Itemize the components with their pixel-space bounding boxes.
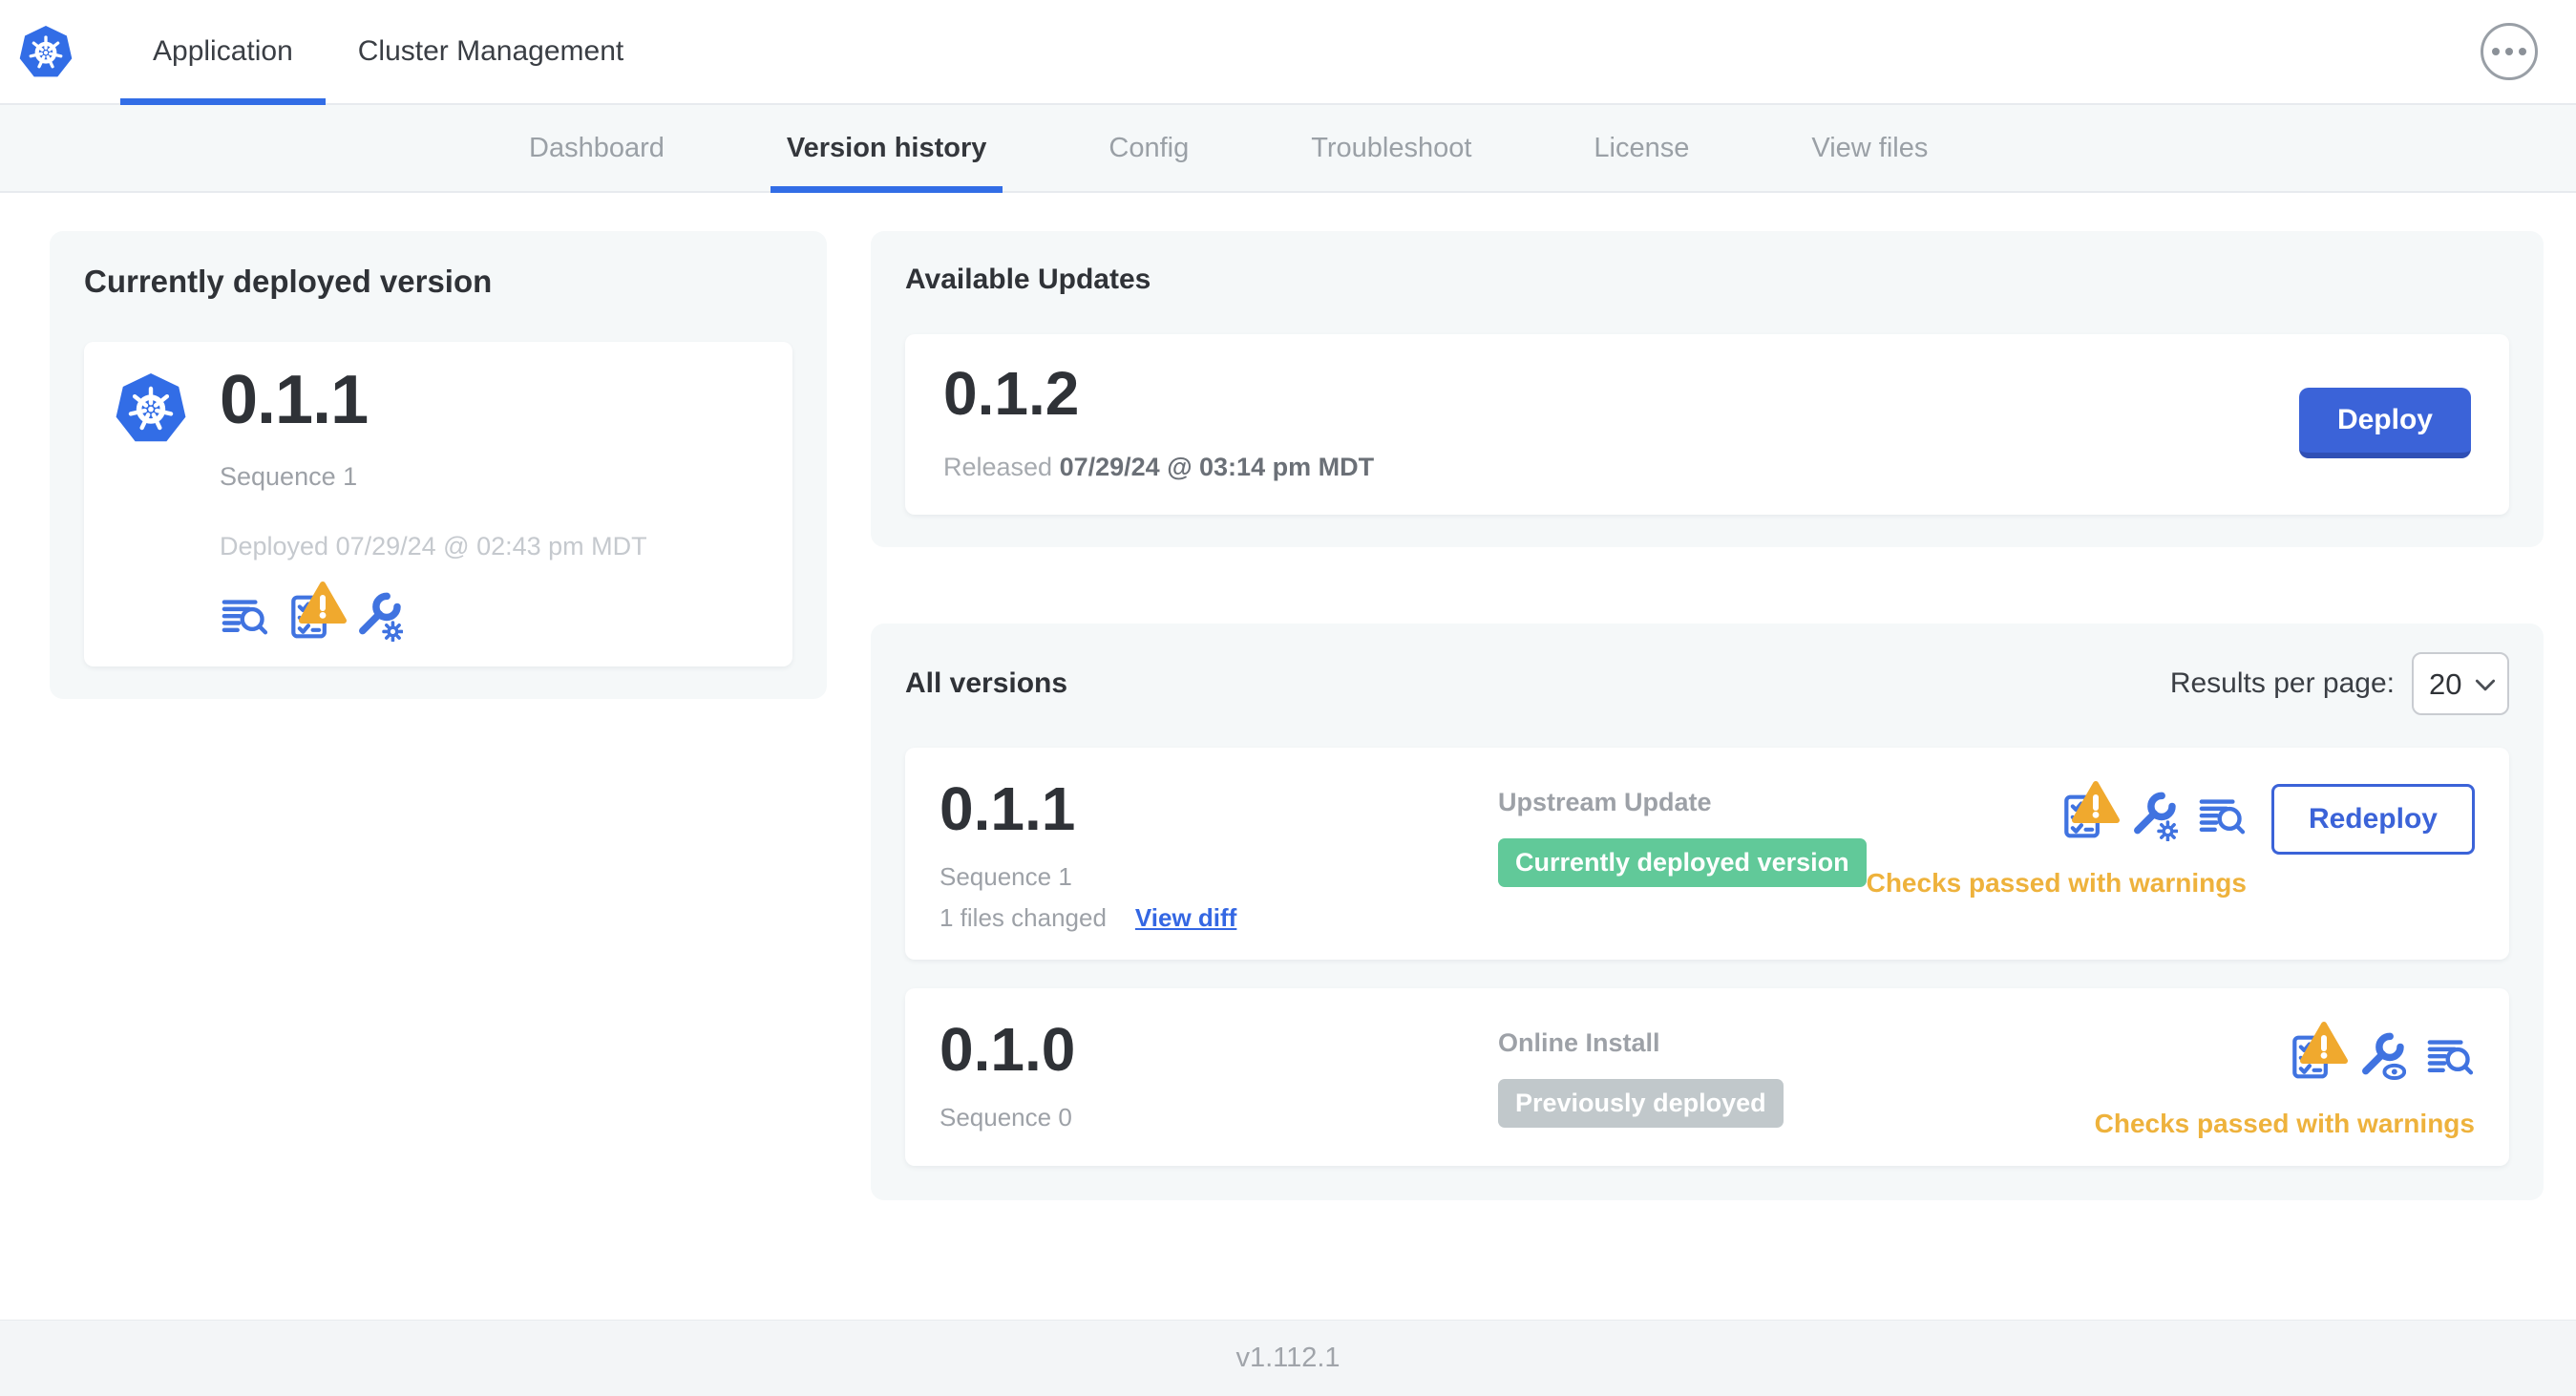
all-versions-header: All versions Results per page: 20 [905, 652, 2509, 715]
deploy-logs-icon[interactable] [220, 592, 269, 642]
version-row-0-1-1: 0.1.1 Sequence 1 1 files changed View di… [905, 748, 2509, 960]
deployed-version-number: 0.1.1 [220, 362, 369, 438]
tab-cluster-management-label: Cluster Management [357, 35, 624, 67]
update-released-line: Released 07/29/24 @ 03:14 pm MDT [943, 453, 1375, 481]
subnav-config[interactable]: Config [1092, 105, 1205, 191]
update-released-timestamp: 07/29/24 @ 03:14 pm MDT [1059, 453, 1375, 481]
currently-deployed-panel: Currently deployed version 0.1.1 Sequenc… [50, 231, 827, 699]
edit-config-icon[interactable] [2128, 792, 2178, 841]
version-number: 0.1.0 [940, 1015, 1076, 1084]
version-actions-block: Checks passed with warnings Redeploy [1867, 778, 2475, 933]
version-sequence: Sequence 1 [940, 862, 1072, 891]
version-actions-block: Checks passed with warnings [2095, 1019, 2475, 1139]
version-source: Upstream Update [1498, 788, 1712, 816]
available-updates-panel: Available Updates 0.1.2 Released 07/29/2… [871, 231, 2544, 547]
more-options-button[interactable] [2481, 23, 2538, 80]
version-number: 0.1.1 [940, 774, 1076, 843]
top-nav: Application Cluster Management [120, 0, 656, 105]
version-info: 0.1.0 Sequence 0 [940, 1019, 1498, 1139]
results-per-page: Results per page: 20 [2170, 652, 2509, 715]
update-info: 0.1.2 Released 07/29/24 @ 03:14 pm MDT [943, 363, 1374, 482]
version-source-block: Online Install Previously deployed [1498, 1019, 2095, 1139]
preflight-status-text: Checks passed with warnings [1866, 868, 2247, 898]
tab-cluster-management[interactable]: Cluster Management [326, 0, 656, 103]
version-sequence: Sequence 0 [940, 1103, 1072, 1132]
version-row-0-1-0: 0.1.0 Sequence 0 Online Install Previous… [905, 988, 2509, 1166]
all-versions-title: All versions [905, 667, 1068, 699]
app-icon-kubernetes [113, 365, 189, 642]
more-options-icon [2492, 48, 2500, 55]
all-versions-panel: All versions Results per page: 20 0.1.1 … [871, 624, 2544, 1200]
subnav-view-files[interactable]: View files [1795, 105, 1944, 191]
deploy-logs-icon[interactable] [2425, 1032, 2475, 1082]
preflight-checks-icon[interactable] [286, 592, 336, 642]
subnav-dashboard[interactable]: Dashboard [513, 105, 681, 191]
main-content: Currently deployed version 0.1.1 Sequenc… [0, 193, 2576, 1200]
app-subnav: Dashboard Version history Config Trouble… [0, 105, 2576, 193]
subnav-troubleshoot[interactable]: Troubleshoot [1295, 105, 1488, 191]
update-version-number: 0.1.2 [943, 359, 1080, 428]
preflight-checks-icon[interactable] [2059, 792, 2109, 841]
files-changed-line: 1 files changed View diff [940, 903, 1498, 933]
redeploy-button[interactable]: Redeploy [2270, 784, 2475, 855]
deployed-sequence: Sequence 1 [220, 461, 358, 491]
deployed-timestamp: Deployed 07/29/24 @ 02:43 pm MDT [220, 531, 647, 561]
version-source: Online Install [1498, 1028, 1660, 1057]
version-actions [2288, 1032, 2475, 1082]
available-updates-title: Available Updates [905, 264, 1151, 295]
currently-deployed-card: 0.1.1 Sequence 1 Deployed 07/29/24 @ 02:… [84, 342, 792, 666]
kubernetes-logo [17, 0, 74, 103]
files-changed-text: 1 files changed [940, 903, 1107, 932]
tab-application-label: Application [153, 35, 293, 67]
version-source-block: Upstream Update Currently deployed versi… [1498, 778, 1867, 933]
subnav-version-history[interactable]: Version history [770, 105, 1003, 193]
preflight-status-text: Checks passed with warnings [2094, 1109, 2475, 1138]
currently-deployed-title: Currently deployed version [84, 264, 493, 299]
results-per-page-label: Results per page: [2169, 667, 2395, 699]
deployed-actions [220, 592, 647, 642]
warning-triangle-icon [2299, 1019, 2349, 1068]
status-badge: Currently deployed version [1498, 838, 1867, 887]
deploy-button[interactable]: Deploy [2298, 387, 2471, 458]
app-footer: v1.112.1 [0, 1320, 2576, 1396]
warning-triangle-icon [298, 579, 348, 628]
console-version: v1.112.1 [1235, 1343, 1341, 1373]
right-column: Available Updates 0.1.2 Released 07/29/2… [871, 231, 2544, 1200]
view-config-icon[interactable] [2356, 1032, 2406, 1082]
version-info: 0.1.1 Sequence 1 1 files changed View di… [940, 778, 1498, 933]
view-diff-link[interactable]: View diff [1135, 903, 1236, 933]
results-per-page-select[interactable]: 20 [2411, 652, 2509, 715]
status-badge: Previously deployed [1498, 1079, 1784, 1128]
app-header: Application Cluster Management [0, 0, 2576, 105]
available-update-card: 0.1.2 Released 07/29/24 @ 03:14 pm MDT D… [905, 334, 2509, 515]
left-column: Currently deployed version 0.1.1 Sequenc… [50, 231, 827, 699]
edit-config-icon[interactable] [353, 592, 403, 642]
warning-triangle-icon [2071, 778, 2121, 828]
version-actions [2059, 792, 2247, 841]
deploy-logs-icon[interactable] [2197, 792, 2247, 841]
deployed-info: 0.1.1 Sequence 1 Deployed 07/29/24 @ 02:… [220, 362, 647, 642]
preflight-checks-icon[interactable] [2288, 1032, 2337, 1082]
subnav-license[interactable]: License [1577, 105, 1705, 191]
tab-application[interactable]: Application [120, 0, 326, 105]
